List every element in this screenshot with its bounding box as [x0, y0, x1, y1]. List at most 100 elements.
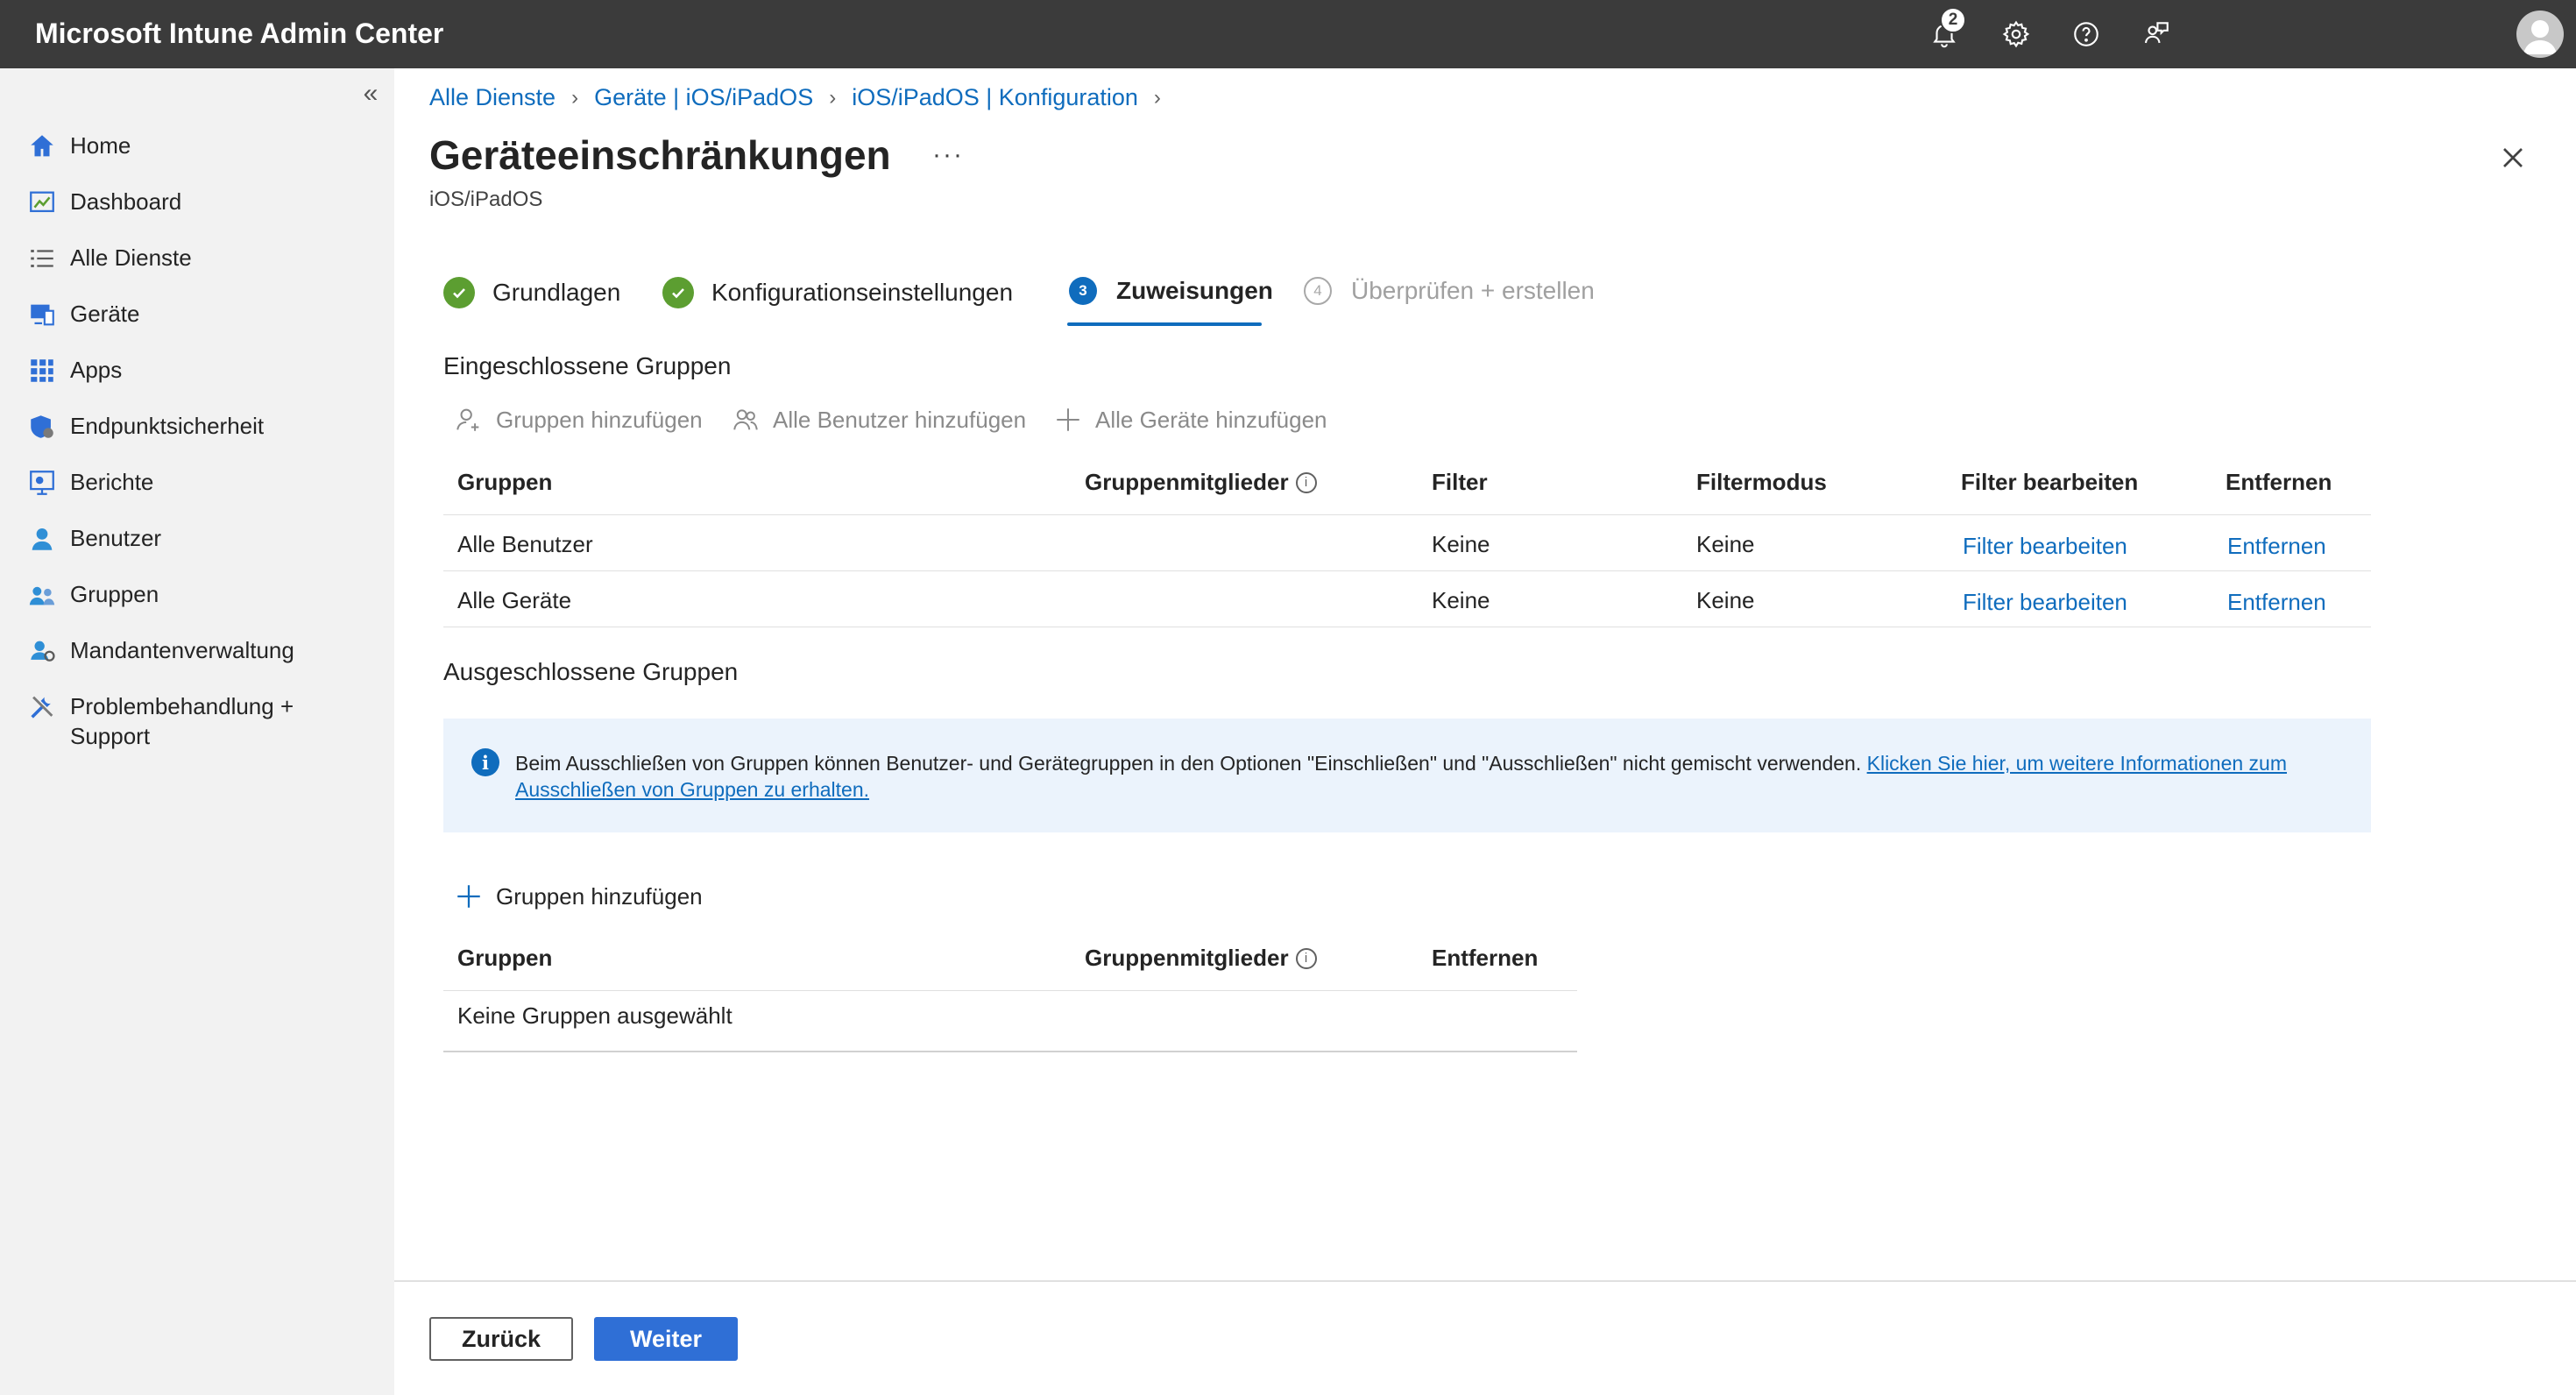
- sidebar-item-label: Berichte: [70, 469, 154, 495]
- page-subtitle: iOS/iPadOS: [429, 188, 543, 211]
- col-header-filter-bearbeiten: Filter bearbeiten: [1961, 469, 2139, 495]
- devices-icon: [26, 299, 58, 330]
- chevron-right-icon: ›: [1153, 85, 1161, 110]
- home-icon: [26, 131, 58, 162]
- divider: [443, 570, 2371, 571]
- page-title: Geräteeinschränkungen: [429, 132, 891, 178]
- step-label: Überprüfen + erstellen: [1351, 277, 1595, 304]
- sidebar-item-berichte[interactable]: Berichte: [26, 467, 350, 499]
- sidebar-item-gruppen[interactable]: Gruppen: [26, 579, 350, 611]
- sidebar-item-home[interactable]: Home: [26, 131, 350, 162]
- cell-filtermode: Keine: [1696, 531, 1755, 557]
- notification-badge: 2: [1940, 7, 1966, 33]
- info-message-bar: i Beim Ausschließen von Gruppen können B…: [443, 719, 2371, 832]
- step-ueberpruefen-erstellen[interactable]: 4 Überprüfen + erstellen: [1304, 277, 1595, 305]
- sidebar-item-dashboard[interactable]: Dashboard: [26, 187, 350, 218]
- add-all-devices-button[interactable]: Alle Geräte hinzufügen: [1053, 405, 1327, 435]
- sidebar-item-apps[interactable]: Apps: [26, 355, 350, 386]
- add-groups-label: Gruppen hinzufügen: [496, 406, 703, 433]
- sidebar-item-alle-dienste[interactable]: Alle Dienste: [26, 243, 350, 274]
- sidebar-item-label: Geräte: [70, 301, 140, 327]
- col-header-gruppenmitglieder: Gruppenmitglieder i: [1085, 469, 1317, 496]
- breadcrumb-alle-dienste[interactable]: Alle Dienste: [429, 84, 556, 111]
- info-icon: i: [471, 748, 499, 776]
- apps-icon: [26, 355, 58, 386]
- divider: [443, 990, 1577, 991]
- divider: [443, 1051, 1577, 1052]
- sidebar-item-problembehandlung[interactable]: Problembehandlung + Support: [26, 691, 350, 751]
- sidebar-item-benutzer[interactable]: Benutzer: [26, 523, 350, 555]
- sidebar-item-label: Apps: [70, 357, 123, 383]
- col-header-gruppenmitglieder: Gruppenmitglieder i: [1085, 945, 1317, 972]
- col-header-filter: Filter: [1432, 469, 1488, 495]
- cell-filter: Keine: [1432, 587, 1490, 613]
- col-header-entfernen: Entfernen: [2226, 469, 2332, 495]
- bell-icon[interactable]: 2: [1926, 7, 1966, 53]
- sidebar-item-endpunktsicherheit[interactable]: Endpunktsicherheit: [26, 411, 350, 443]
- breadcrumb-geraete-ios[interactable]: Geräte | iOS/iPadOS: [594, 84, 813, 111]
- sidebar-item-geraete[interactable]: Geräte: [26, 299, 350, 330]
- footer-divider: [394, 1280, 2576, 1282]
- back-button[interactable]: Zurück: [429, 1317, 573, 1361]
- sidebar-item-label: Dashboard: [70, 188, 182, 215]
- gear-icon[interactable]: [1998, 16, 2035, 53]
- close-icon[interactable]: [2495, 140, 2530, 175]
- plus-icon: [457, 885, 480, 908]
- add-user-icon: [456, 408, 479, 431]
- sidebar-item-label: Home: [70, 132, 131, 159]
- step-grundlagen[interactable]: Grundlagen: [443, 277, 620, 308]
- remove-link[interactable]: Entfernen: [2227, 533, 2326, 560]
- col-header-entfernen: Entfernen: [1432, 945, 1539, 971]
- sidebar: « Home Dashboard Alle Dienste Geräte App…: [0, 68, 394, 1395]
- add-groups-button[interactable]: Gruppen hinzufügen: [454, 405, 703, 435]
- step-konfigurationseinstellungen[interactable]: Konfigurationseinstellungen: [662, 277, 1013, 308]
- tools-icon: [26, 691, 58, 723]
- col-header-label: Gruppenmitglieder: [1085, 469, 1289, 495]
- tenant-icon: [26, 635, 58, 667]
- divider: [443, 514, 2371, 515]
- chevron-right-icon: ›: [829, 85, 837, 110]
- top-bar: Microsoft Intune Admin Center 2: [0, 0, 2576, 68]
- col-header-filtermodus: Filtermodus: [1696, 469, 1827, 495]
- sidebar-item-mandantenverwaltung[interactable]: Mandantenverwaltung: [26, 635, 350, 667]
- cell-group: Alle Benutzer: [457, 531, 593, 557]
- add-excluded-groups-button[interactable]: Gruppen hinzufügen: [454, 882, 703, 911]
- info-message-text: Beim Ausschließen von Gruppen können Ben…: [515, 750, 2338, 803]
- excluded-groups-title: Ausgeschlossene Gruppen: [443, 658, 739, 685]
- breadcrumb-ios-konfiguration[interactable]: iOS/iPadOS | Konfiguration: [852, 84, 1138, 111]
- info-message-body: Beim Ausschließen von Gruppen können Ben…: [515, 752, 1867, 775]
- groups-icon: [26, 579, 58, 611]
- plus-icon: [1057, 408, 1079, 431]
- add-all-users-label: Alle Benutzer hinzufügen: [773, 406, 1027, 433]
- feedback-icon[interactable]: [2138, 16, 2175, 53]
- users-icon: [733, 409, 758, 430]
- empty-state-text: Keine Gruppen ausgewählt: [457, 1002, 732, 1029]
- list-icon: [26, 243, 58, 274]
- chevron-right-icon: ›: [571, 85, 579, 110]
- step-number: 3: [1069, 277, 1097, 305]
- active-step-indicator: [1067, 322, 1262, 326]
- edit-filter-link[interactable]: Filter bearbeiten: [1963, 533, 2127, 560]
- app-title[interactable]: Microsoft Intune Admin Center: [35, 18, 443, 50]
- sidebar-item-label: Benutzer: [70, 525, 162, 551]
- more-options-button[interactable]: ···: [932, 140, 964, 170]
- step-zuweisungen[interactable]: 3 Zuweisungen: [1069, 277, 1273, 305]
- avatar[interactable]: [2516, 11, 2564, 58]
- checkmark-icon: [443, 277, 475, 308]
- breadcrumb: Alle Dienste › Geräte | iOS/iPadOS › iOS…: [429, 84, 1177, 111]
- step-label: Zuweisungen: [1116, 277, 1273, 304]
- cell-filter: Keine: [1432, 531, 1490, 557]
- checkmark-icon: [662, 277, 694, 308]
- sidebar-item-label: Alle Dienste: [70, 244, 192, 271]
- cell-group: Alle Geräte: [457, 587, 572, 613]
- help-icon[interactable]: [2068, 16, 2105, 53]
- edit-filter-link[interactable]: Filter bearbeiten: [1963, 589, 2127, 616]
- info-icon[interactable]: i: [1295, 947, 1317, 969]
- collapse-sidebar-button[interactable]: «: [354, 77, 387, 110]
- info-icon[interactable]: i: [1295, 471, 1317, 493]
- next-button[interactable]: Weiter: [594, 1317, 738, 1361]
- remove-link[interactable]: Entfernen: [2227, 589, 2326, 616]
- add-all-users-button[interactable]: Alle Benutzer hinzufügen: [731, 405, 1026, 435]
- sidebar-item-label: Gruppen: [70, 581, 159, 607]
- add-all-devices-label: Alle Geräte hinzufügen: [1095, 406, 1327, 433]
